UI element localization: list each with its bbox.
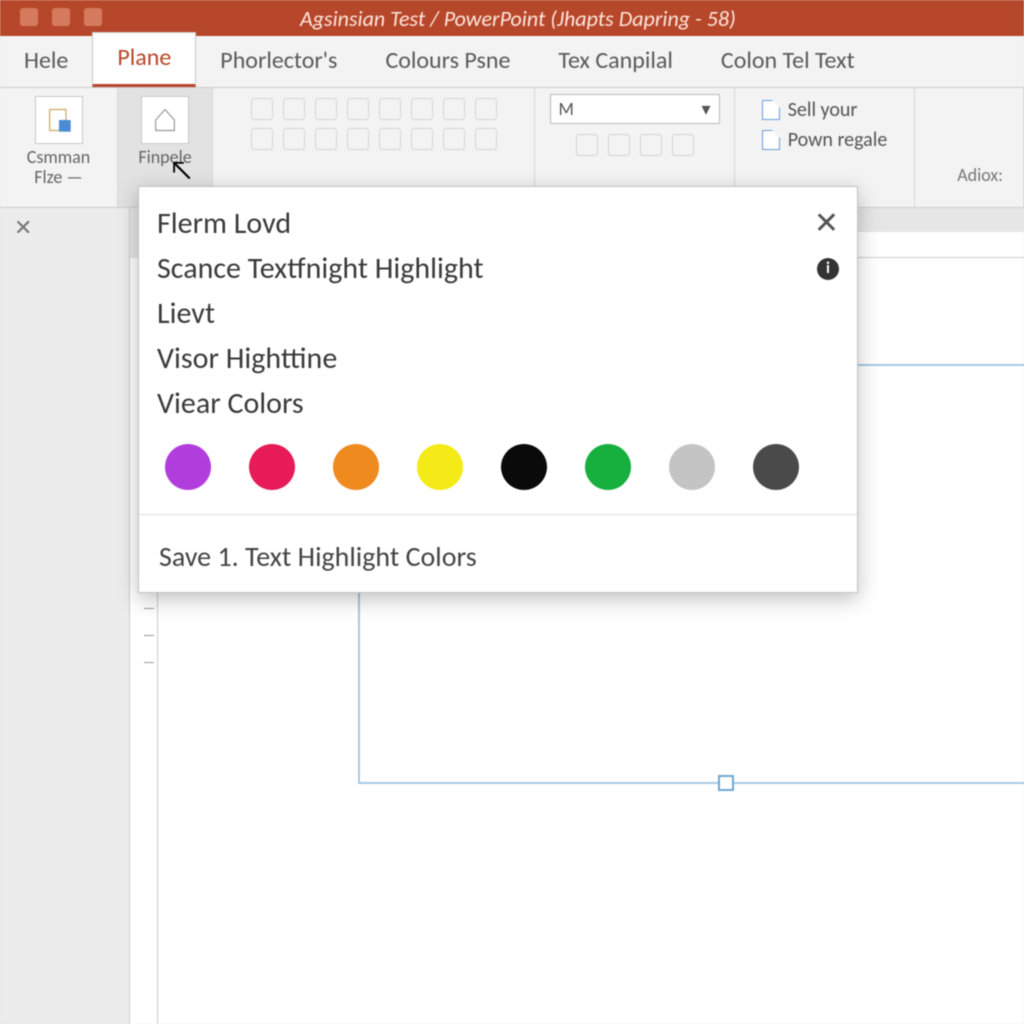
tab-tex-canpilal[interactable]: Tex Canpilal <box>534 36 697 87</box>
font-combo[interactable]: M ▾ <box>550 94 720 124</box>
group-label: Csmman Flze — <box>14 148 103 188</box>
tab-colours-psne[interactable]: Colours Psne <box>361 36 534 87</box>
link-label: Sell your <box>788 98 858 122</box>
document-icon <box>762 130 780 150</box>
tab-colon-tel-text[interactable]: Colon Tel Text <box>697 36 879 87</box>
window-title: Agsinsian Test / PowerPoint (Jhapts Dapr… <box>300 5 736 32</box>
highlight-popup: Flerm Lovd ✕ Scance Textfnight Highlight… <box>138 186 858 593</box>
link-label: Pown regale <box>788 128 888 152</box>
popup-item[interactable]: Visor Highttine <box>157 336 839 381</box>
chevron-down-icon: ▾ <box>701 98 710 120</box>
color-swatch[interactable] <box>333 444 379 490</box>
document-icon <box>762 100 780 120</box>
popup-item[interactable]: Flerm Lovd <box>157 201 291 246</box>
tab-hele[interactable]: Hele <box>0 36 92 87</box>
popup-footer[interactable]: Save 1. Text Highlight Colors <box>157 529 839 580</box>
paste-icon[interactable] <box>35 96 83 144</box>
color-swatch[interactable] <box>501 444 547 490</box>
tab-plane[interactable]: Plane <box>92 32 196 87</box>
popup-item[interactable]: Lievt <box>157 291 839 336</box>
ribbon-group-end: Adiox: <box>915 88 1024 207</box>
color-swatch[interactable] <box>753 444 799 490</box>
title-bar: Agsinsian Test / PowerPoint (Jhapts Dapr… <box>0 0 1024 36</box>
qat-button[interactable] <box>84 8 102 26</box>
ribbon-link[interactable]: Pown regale <box>762 128 888 152</box>
close-icon[interactable]: ✕ <box>814 205 839 242</box>
thumbnail-pane[interactable]: ✕ <box>0 208 130 1024</box>
qat-button[interactable] <box>52 8 70 26</box>
ribbon-tabs: HelePlanePhorlector'sColours PsneTex Can… <box>0 36 1024 88</box>
color-swatch[interactable] <box>585 444 631 490</box>
tab-phorlector-s[interactable]: Phorlector's <box>196 36 361 87</box>
color-swatch[interactable] <box>165 444 211 490</box>
close-icon[interactable]: ✕ <box>14 214 32 241</box>
resize-handle[interactable] <box>718 775 734 791</box>
group-end-label: Adiox: <box>929 164 1009 186</box>
popup-item[interactable]: Viear Colors <box>157 381 839 426</box>
combo-value: M <box>559 98 574 120</box>
color-swatch[interactable] <box>417 444 463 490</box>
color-swatch[interactable] <box>249 444 295 490</box>
shape-home-icon[interactable] <box>141 96 189 144</box>
ribbon-group-paste: Csmman Flze — <box>0 88 118 207</box>
quick-access-toolbar <box>20 8 102 26</box>
color-swatch[interactable] <box>669 444 715 490</box>
group-label: Finpele <box>138 148 191 168</box>
color-swatches <box>157 426 839 500</box>
ribbon-link[interactable]: Sell your <box>762 98 888 122</box>
info-icon[interactable]: i <box>817 258 839 280</box>
popup-item[interactable]: Scance Textfnight Highlight <box>157 246 484 291</box>
qat-button[interactable] <box>20 8 38 26</box>
